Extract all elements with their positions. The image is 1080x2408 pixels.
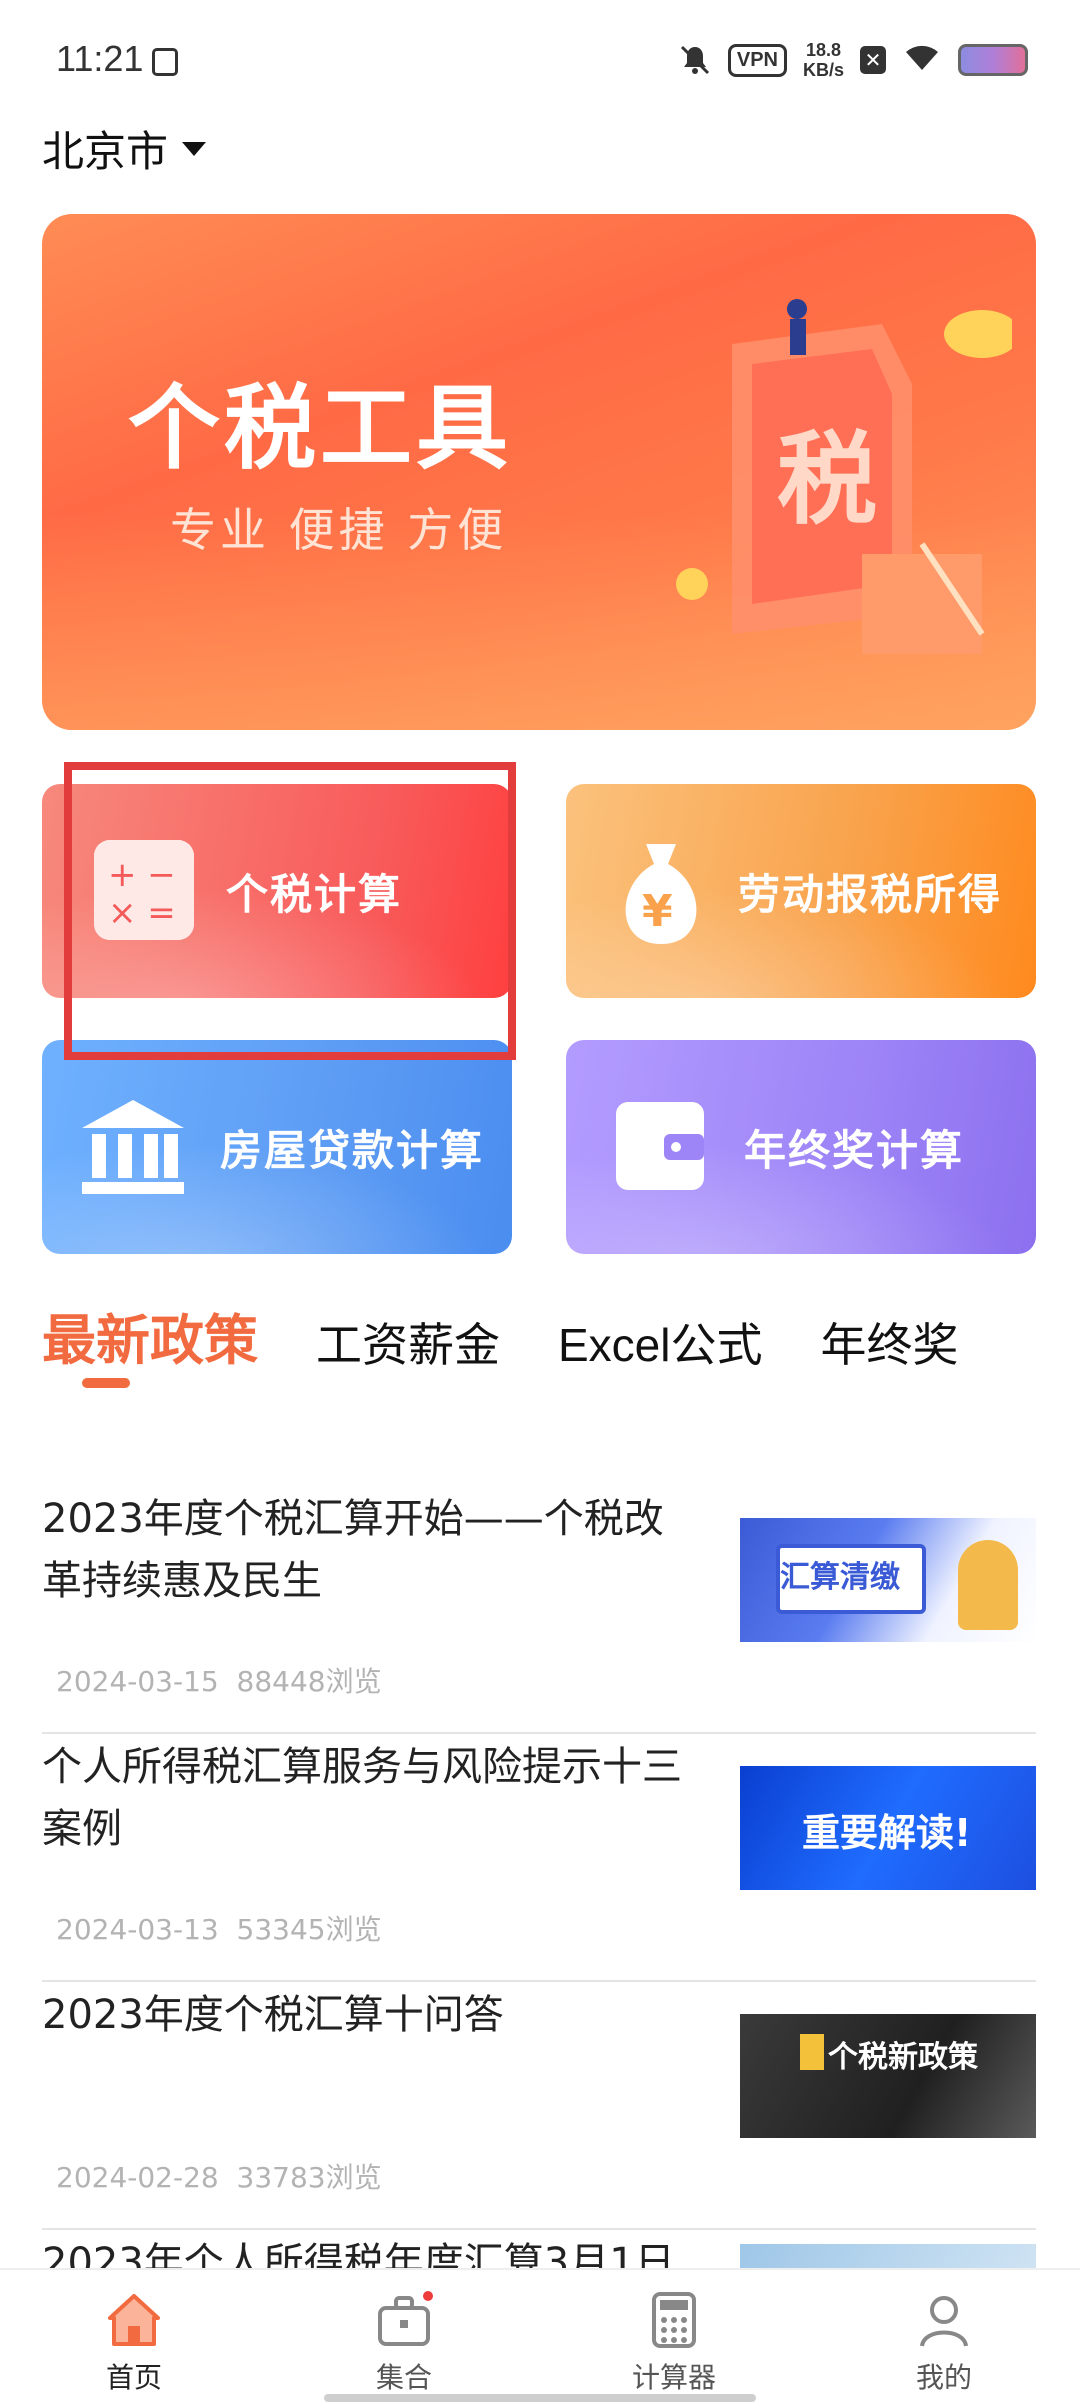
news-views: 88448浏览 xyxy=(236,1665,382,1698)
list-item[interactable]: 2023年度个税汇算十问答 2024-02-28 33783浏览 个税新政策 xyxy=(42,1984,1036,2230)
tab-year-end-bonus[interactable]: 年终奖 xyxy=(820,1309,958,1375)
nav-home-label: 首页 xyxy=(105,2361,162,2394)
status-icons: VPN 18.8 KB/s ✕ xyxy=(678,40,1028,80)
tab-excel[interactable]: Excel公式 xyxy=(558,1309,762,1375)
network-speed-unit: KB/s xyxy=(802,60,844,80)
highlight-box xyxy=(64,762,516,1060)
sim-icon xyxy=(152,48,178,76)
city-label: 北京市 xyxy=(42,127,169,176)
tax-char: 税 xyxy=(777,421,877,538)
banner-subtitle: 专业 便捷 方便 xyxy=(170,503,508,557)
tool-label: 房屋贷款计算 xyxy=(220,1125,485,1175)
news-views: 33783浏览 xyxy=(236,2161,382,2194)
banner-title: 个税工具 xyxy=(128,375,513,482)
location-selector[interactable]: 北京市 xyxy=(42,118,207,179)
tab-salary[interactable]: 工资薪金 xyxy=(316,1309,500,1375)
news-title: 2023年度个税汇算十问答 xyxy=(42,1992,504,2038)
wifi-icon xyxy=(902,42,942,78)
bottom-nav: 首页 集合 计算器 我的 xyxy=(0,2268,1080,2408)
tax-illustration: 税 xyxy=(676,299,1012,654)
home-indicator[interactable] xyxy=(324,2394,756,2402)
home-icon xyxy=(104,2290,164,2350)
news-meta: 2024-02-28 33783浏览 xyxy=(56,2156,382,2196)
calculator-icon xyxy=(644,2290,704,2350)
news-title: 个人所得税汇算服务与风险提示十三案例 xyxy=(42,1744,682,1852)
list-item[interactable]: 个人所得税汇算服务与风险提示十三案例 2024-03-13 53345浏览 重要… xyxy=(42,1736,1036,1982)
news-views: 53345浏览 xyxy=(236,1913,382,1946)
tab-latest-policy[interactable]: 最新政策 xyxy=(42,1296,258,1375)
nav-profile[interactable]: 我的 xyxy=(884,2290,1004,2396)
list-item[interactable]: 2023年度个税汇算开始——个税改革持续惠及民生 2024-03-15 8844… xyxy=(42,1488,1036,1734)
promo-banner[interactable]: 个税工具 专业 便捷 方便 税 xyxy=(42,214,1036,730)
tool-label: 年终奖计算 xyxy=(744,1125,965,1175)
caret-down-icon xyxy=(182,141,207,156)
tool-label: 劳动报税所得 xyxy=(738,869,1003,919)
news-thumbnail: 个税新政策 xyxy=(740,2014,1036,2138)
tool-card-mortgage[interactable]: 房屋贷款计算 xyxy=(42,1040,512,1254)
news-thumbnail: 汇算清缴 xyxy=(740,1518,1036,1642)
nav-calculator[interactable]: 计算器 xyxy=(614,2290,734,2396)
news-title: 2023年度个税汇算开始——个税改革持续惠及民生 xyxy=(42,1496,664,1604)
news-meta: 2024-03-15 88448浏览 xyxy=(56,1660,382,1700)
news-meta: 2024-03-13 53345浏览 xyxy=(56,1908,382,1948)
nav-home[interactable]: 首页 xyxy=(74,2290,194,2396)
news-date: 2024-03-13 xyxy=(56,1913,219,1946)
network-speed-value: 18.8 xyxy=(805,40,842,60)
news-date: 2024-02-28 xyxy=(56,2161,219,2194)
news-thumbnail: 重要解读! xyxy=(740,1766,1036,1890)
bank-icon xyxy=(78,1098,188,1198)
vpn-badge: VPN xyxy=(727,43,787,77)
thumbnail-text: 重要解读! xyxy=(802,1811,972,1855)
wallet-icon xyxy=(614,1100,706,1192)
svg-text:¥: ¥ xyxy=(642,886,673,937)
notification-dot xyxy=(423,2291,433,2301)
network-speed: 18.8 KB/s xyxy=(803,40,844,80)
mute-bell-icon xyxy=(678,43,712,77)
nav-calculator-label: 计算器 xyxy=(631,2361,716,2394)
money-bag-icon: ¥ xyxy=(606,834,716,950)
tool-card-labor-income[interactable]: ¥ 劳动报税所得 xyxy=(566,784,1036,998)
user-icon xyxy=(914,2290,974,2350)
status-bar: 11:21 VPN 18.8 KB/s ✕ xyxy=(0,0,1080,120)
status-time: 11:21 xyxy=(56,38,144,79)
news-tabs: 最新政策 工资薪金 Excel公式 年终奖 xyxy=(42,1296,1016,1375)
notification-x-icon: ✕ xyxy=(860,46,886,74)
battery-icon xyxy=(958,44,1028,76)
nav-collection-label: 集合 xyxy=(375,2361,432,2394)
news-date: 2024-03-15 xyxy=(56,1665,219,1698)
active-tab-indicator xyxy=(82,1378,130,1388)
nav-collection[interactable]: 集合 xyxy=(344,2290,464,2396)
thumbnail-text: 个税新政策 xyxy=(828,2040,978,2075)
tool-card-year-end-bonus[interactable]: 年终奖计算 xyxy=(566,1040,1036,1254)
briefcase-icon xyxy=(374,2290,434,2350)
thumbnail-text: 汇算清缴 xyxy=(780,1560,900,1595)
nav-profile-label: 我的 xyxy=(915,2361,972,2394)
